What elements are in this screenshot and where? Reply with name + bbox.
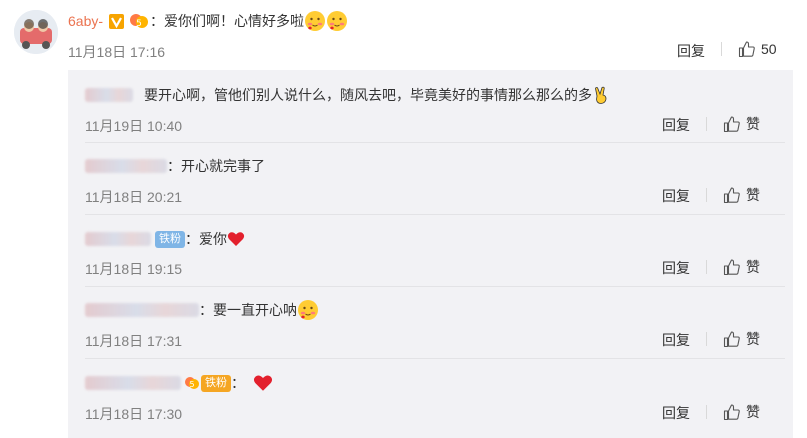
thumbs-up-icon bbox=[723, 331, 740, 348]
like-button[interactable]: 赞 bbox=[723, 329, 760, 349]
like-count: 50 bbox=[761, 41, 777, 57]
like-button[interactable]: 50 bbox=[738, 40, 777, 58]
verified-icon bbox=[109, 13, 125, 29]
reply-time: 11月18日 17:30 bbox=[85, 406, 183, 422]
divider bbox=[85, 214, 785, 215]
reply-button[interactable]: 回复 bbox=[662, 258, 690, 278]
blush-emoji bbox=[327, 11, 348, 31]
thumbs-up-icon bbox=[723, 187, 740, 204]
reply-button[interactable]: 回复 bbox=[662, 403, 690, 423]
reply-time: 11月19日 10:40 bbox=[85, 118, 183, 134]
blurred-username[interactable] bbox=[85, 303, 199, 317]
divider bbox=[85, 286, 785, 287]
divider bbox=[85, 142, 785, 143]
heart-emoji bbox=[227, 232, 245, 246]
reply-time: 11月18日 17:31 bbox=[85, 333, 183, 349]
avatar[interactable] bbox=[14, 10, 58, 54]
reply-button[interactable]: 回复 bbox=[662, 330, 690, 350]
reply-text-line: 铁粉 ：爱你 bbox=[85, 228, 245, 250]
fan-badge: 铁粉 bbox=[201, 374, 231, 392]
blurred-username[interactable] bbox=[85, 159, 167, 173]
victory-hand-emoji bbox=[595, 86, 607, 104]
blush-emoji bbox=[298, 300, 318, 320]
like-label: 赞 bbox=[746, 404, 760, 420]
comment-text: ：爱你们啊！心情好多啦 bbox=[150, 13, 305, 29]
reply-button[interactable]: 回复 bbox=[677, 41, 705, 61]
reply-text-line: ：开心就完事了 bbox=[85, 155, 265, 177]
action-divider bbox=[706, 260, 707, 274]
comment-header: 6aby- 5 ：爱你们啊！心情好多啦 bbox=[68, 10, 348, 32]
blurred-username[interactable] bbox=[85, 88, 133, 102]
action-divider bbox=[706, 332, 707, 346]
like-label: 赞 bbox=[746, 331, 760, 347]
reply-text: 要开心啊，管他们别人说什么，随风去吧，毕竟美好的事情那么那么的多 bbox=[144, 87, 592, 103]
reply-text: ：开心就完事了 bbox=[167, 158, 265, 174]
reply-text: ：爱你 bbox=[185, 231, 227, 247]
like-button[interactable]: 赞 bbox=[723, 257, 760, 277]
divider bbox=[85, 358, 785, 359]
reply-text-line: ：要一直开心呐 bbox=[85, 299, 319, 321]
action-divider bbox=[706, 405, 707, 419]
fan-badge: 铁粉 bbox=[155, 230, 185, 248]
reply-text: ：要一直开心呐 bbox=[199, 302, 297, 318]
reply-text-line: 要开心啊，管他们别人说什么，随风去吧，毕竟美好的事情那么那么的多 bbox=[85, 84, 609, 106]
action-divider bbox=[706, 117, 707, 131]
action-divider bbox=[706, 188, 707, 202]
reply-button[interactable]: 回复 bbox=[662, 115, 690, 135]
thumbs-up-icon bbox=[723, 404, 740, 421]
like-button[interactable]: 赞 bbox=[723, 185, 760, 205]
thumbs-up-icon bbox=[723, 116, 740, 133]
vip-icon: 5 bbox=[130, 14, 149, 29]
vip-icon: 5 bbox=[185, 377, 199, 389]
replies-panel: 要开心啊，管他们别人说什么，随风去吧，毕竟美好的事情那么那么的多 11月19日 … bbox=[68, 70, 793, 438]
blush-emoji bbox=[305, 11, 326, 31]
like-label: 赞 bbox=[746, 187, 760, 203]
svg-text:5: 5 bbox=[189, 380, 194, 389]
like-label: 赞 bbox=[746, 116, 760, 132]
thumbs-up-icon bbox=[723, 259, 740, 276]
reply-time: 11月18日 19:15 bbox=[85, 261, 183, 277]
blurred-username[interactable] bbox=[85, 232, 151, 246]
blurred-username[interactable] bbox=[85, 376, 181, 390]
thumbs-up-icon bbox=[738, 41, 755, 58]
action-divider bbox=[721, 42, 722, 56]
reply-time: 11月18日 20:21 bbox=[85, 189, 183, 205]
reply-text-line: 5 铁粉 ： bbox=[85, 372, 273, 394]
like-label: 赞 bbox=[746, 259, 760, 275]
author-name[interactable]: 6aby- bbox=[68, 13, 103, 29]
reply-text: ： bbox=[231, 375, 245, 391]
svg-text:5: 5 bbox=[136, 19, 142, 29]
reply-button[interactable]: 回复 bbox=[662, 186, 690, 206]
heart-emoji bbox=[253, 375, 273, 391]
comment-time: 11月18日 17:16 bbox=[68, 44, 166, 60]
like-button[interactable]: 赞 bbox=[723, 114, 760, 134]
like-button[interactable]: 赞 bbox=[723, 402, 760, 422]
